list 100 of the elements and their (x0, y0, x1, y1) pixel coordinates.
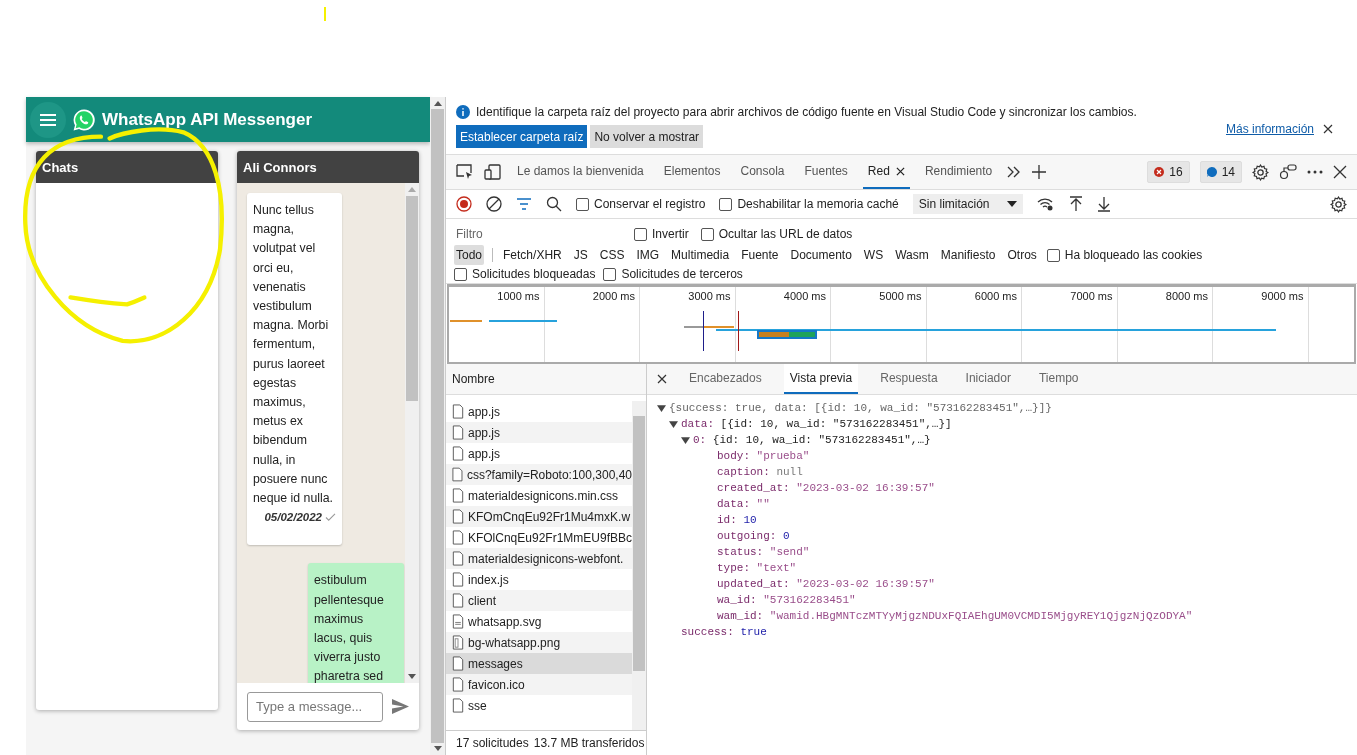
checkbox-option[interactable]: Invertir (634, 227, 689, 241)
upload-icon[interactable] (1069, 196, 1084, 212)
request-row[interactable]: materialdesignicons-webfont. (446, 548, 632, 569)
json-line: type: "text" (717, 562, 797, 574)
message-count[interactable]: 14 (1199, 161, 1242, 183)
record-icon[interactable] (456, 196, 472, 212)
filter-icon[interactable] (516, 198, 532, 210)
json-line: status: "send" (717, 546, 810, 558)
request-row[interactable]: bg-whatsapp.png (446, 632, 632, 653)
scroll-down-icon[interactable] (408, 674, 416, 680)
json-line: {success: true, data: [{id: 10, wa_id: "573162283451",…}]} (669, 402, 1052, 414)
tick-label: 5000 ms (879, 290, 922, 302)
search-icon[interactable] (546, 196, 562, 212)
scrollbar[interactable] (632, 401, 646, 730)
info-message: Identifique la carpeta raíz del proyecto para abrir archivos de código fuente en Visual Studio Code y sincronizar los cambios. (476, 105, 1137, 119)
request-row[interactable]: css?family=Roboto:100,300,40 (446, 464, 632, 485)
json-line: 0: {id: 10, wa_id: "573162283451",…} (693, 434, 931, 446)
close-icon[interactable] (1323, 123, 1333, 134)
request-row[interactable]: messages (446, 653, 632, 674)
devtools-tab[interactable]: Consola (735, 155, 790, 189)
checkbox-option[interactable]: Ha bloqueado las cookies (1046, 248, 1203, 262)
type-filter[interactable]: Documento (788, 245, 854, 265)
request-row[interactable]: app.js (446, 422, 632, 443)
type-filter[interactable]: WS (861, 245, 886, 265)
json-line: body: "prueba" (717, 450, 810, 462)
expand-toggle-icon[interactable] (681, 435, 690, 445)
menu-icon[interactable] (30, 101, 66, 138)
infobar-button[interactable]: No volver a mostrar (590, 125, 704, 148)
checkbox-option[interactable]: Solicitudes bloqueadas (454, 267, 596, 281)
detail-tab[interactable]: Vista previa (783, 364, 859, 394)
type-filter[interactable]: CSS (597, 245, 627, 265)
request-row[interactable]: app.js (446, 401, 632, 422)
settings-icon[interactable] (1252, 163, 1269, 181)
request-row[interactable]: sse (446, 695, 632, 716)
type-filter[interactable]: Fuente (739, 245, 781, 265)
request-row[interactable]: app.js (446, 443, 632, 464)
checkbox-option[interactable]: Conservar el registro (576, 197, 706, 211)
scrollbar[interactable] (430, 97, 445, 755)
json-line: wam_id: "wamid.HBgMNTczMTYyMjgzNDUxFQIAEhgUM0VCMDI5MjgyREY1QjgzNjQzODYA" (717, 610, 1193, 622)
error-icon (1154, 167, 1165, 177)
request-row[interactable]: KFOmCnqEu92Fr1Mu4mxK.w (446, 506, 632, 527)
scroll-up-icon[interactable] (433, 100, 442, 106)
type-filter[interactable]: Todo (454, 245, 485, 265)
type-filter[interactable]: Otros (1005, 245, 1039, 265)
connect-icon[interactable] (1279, 164, 1297, 180)
more-icon[interactable] (1307, 170, 1323, 174)
type-filter[interactable]: Multimedia (669, 245, 732, 265)
file-icon (452, 614, 464, 629)
file-icon (452, 530, 464, 545)
request-row[interactable]: materialdesignicons.min.css (446, 485, 632, 506)
devtools-tab[interactable]: Red (862, 155, 910, 189)
type-filter[interactable]: IMG (634, 245, 662, 265)
detail-tab[interactable]: Iniciador (959, 364, 1017, 394)
device-icon[interactable] (484, 164, 502, 180)
error-count[interactable]: 16 (1147, 161, 1190, 183)
request-row[interactable]: whatsapp.svg (446, 611, 632, 632)
request-row[interactable]: client (446, 590, 632, 611)
json-line: outgoing: 0 (717, 530, 790, 542)
infobar-button[interactable]: Establecer carpeta raíz (456, 125, 588, 148)
type-filter[interactable]: Manifiesto (938, 245, 998, 265)
close-icon[interactable] (895, 166, 905, 176)
type-filter[interactable]: JS (571, 245, 590, 265)
devtools-tab[interactable]: Le damos la bienvenida (512, 155, 649, 189)
json-line: success: true (681, 626, 767, 638)
download-icon[interactable] (1097, 196, 1112, 212)
close-icon[interactable] (657, 374, 667, 384)
message-input[interactable]: Type a message... (247, 691, 383, 722)
detail-tab[interactable]: Encabezados (683, 364, 768, 394)
type-filter[interactable]: Wasm (893, 245, 931, 265)
request-row[interactable]: KFOlCnqEu92Fr1MmEU9fBBc (446, 527, 632, 548)
clear-icon[interactable] (486, 196, 502, 212)
file-icon (452, 404, 464, 419)
expand-toggle-icon[interactable] (669, 419, 678, 429)
json-line: caption: null (717, 466, 803, 478)
settings-icon[interactable] (1330, 195, 1347, 213)
send-icon[interactable] (391, 698, 410, 715)
scrollbar[interactable] (405, 183, 419, 683)
detail-tab[interactable]: Respuesta (874, 364, 944, 394)
detail-tab[interactable]: Tiempo (1032, 364, 1085, 394)
more-info-link[interactable]: Más información (1225, 121, 1314, 136)
devtools-tab[interactable]: Fuentes (799, 155, 853, 189)
devtools-tab[interactable]: Elementos (658, 155, 726, 189)
close-icon[interactable] (1333, 165, 1347, 179)
more-tabs-icon[interactable] (1007, 166, 1022, 178)
checkbox-option[interactable]: Solicitudes de terceros (603, 267, 743, 281)
type-filter[interactable]: Fetch/XHR (501, 245, 564, 265)
request-row[interactable]: favicon.ico (446, 674, 632, 695)
column-header[interactable]: Nombre (446, 364, 646, 395)
message-text: Nunc tellus magna, volutpat vel orci eu, venenatis vestibulum magna. Morbi fermentum, purus laoreet egestas maximus, metus ex bibendum nulla, in posuere nunc neque id nulla. (253, 202, 334, 508)
scroll-down-icon[interactable] (433, 746, 442, 752)
file-icon (452, 467, 463, 482)
checkbox-option[interactable]: Ocultar las URL de datos (700, 227, 853, 241)
devtools-tab[interactable]: Rendimiento (919, 155, 998, 189)
inspect-icon[interactable] (456, 164, 474, 180)
expand-toggle-icon[interactable] (657, 403, 666, 413)
checkbox-option[interactable]: Deshabilitar la memoria caché (719, 197, 899, 211)
file-icon (452, 551, 464, 566)
request-row[interactable]: index.js (446, 569, 632, 590)
add-icon[interactable] (1031, 164, 1048, 180)
throttling-select[interactable]: Sin limitación (912, 194, 1024, 214)
